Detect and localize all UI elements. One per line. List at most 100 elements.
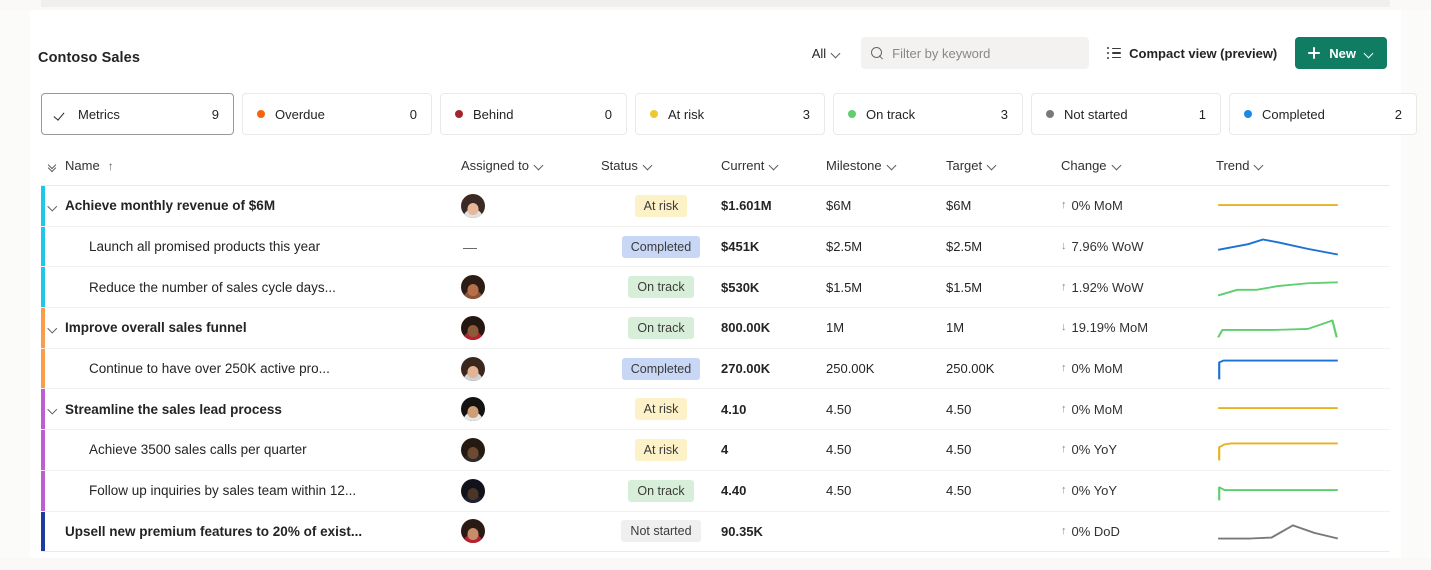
trend-sparkline[interactable]	[1216, 394, 1341, 424]
filter-pill-label: Metrics	[78, 106, 120, 122]
cell-target-value: $2.5M	[946, 239, 983, 255]
filter-pill-overdue[interactable]: Overdue 0	[242, 93, 432, 135]
row-accent-bar	[41, 226, 45, 267]
column-header-milestone-inner[interactable]: Milestone	[826, 158, 897, 173]
column-header-change[interactable]: Change	[1061, 158, 1216, 173]
cell-target-value: 4.50	[946, 483, 972, 499]
avatar[interactable]	[461, 397, 485, 422]
filter-pill-completed[interactable]: Completed 2	[1229, 93, 1417, 135]
table-row[interactable]: Achieve 3500 sales calls per quarter At r…	[41, 430, 1390, 471]
row-name-label[interactable]: Achieve monthly revenue of $6M	[65, 198, 275, 213]
row-name-label[interactable]: Continue to have over 250K active pro...	[89, 361, 330, 376]
avatar[interactable]	[461, 356, 485, 381]
filter-pill-on-track[interactable]: On track 3	[833, 93, 1023, 135]
column-header-target-inner[interactable]: Target	[946, 158, 997, 173]
avatar-face	[467, 365, 479, 378]
status-badge[interactable]: On track	[628, 316, 694, 339]
trend-sparkline[interactable]	[1216, 435, 1341, 465]
cell-target: 1M	[946, 320, 1061, 335]
search-box[interactable]	[861, 37, 1090, 69]
table-row[interactable]: Improve overall sales funnel On track 800.…	[41, 308, 1390, 349]
row-name-label[interactable]: Streamline the sales lead process	[65, 402, 282, 417]
change-value: 0% YoY	[1071, 442, 1118, 458]
avatar[interactable]	[461, 275, 485, 300]
table-row[interactable]: Continue to have over 250K active pro...…	[41, 348, 1390, 390]
cell-milestone: 1M	[826, 320, 946, 335]
trend-sparkline[interactable]	[1216, 191, 1341, 221]
trend-sparkline[interactable]	[1216, 272, 1341, 302]
app-root: Contoso Sales All Compact view (preview)…	[0, 0, 1431, 570]
status-badge[interactable]: At risk	[634, 438, 688, 461]
status-dot-icon	[455, 110, 463, 118]
cell-assigned-to	[451, 193, 601, 218]
change-value: 1.92% WoW	[1071, 279, 1144, 295]
cell-trend	[1216, 394, 1376, 424]
column-header-milestone[interactable]: Milestone	[826, 158, 946, 173]
column-header-trend-inner[interactable]: Trend	[1216, 158, 1264, 173]
status-badge[interactable]: On track	[628, 276, 694, 299]
filter-pill-count: 1	[1198, 106, 1206, 122]
column-header-current[interactable]: Current	[721, 158, 826, 173]
avatar[interactable]	[461, 478, 485, 503]
filter-pill-behind[interactable]: Behind 0	[440, 93, 627, 135]
cell-name: Launch all promised products this year	[41, 239, 451, 254]
avatar[interactable]	[461, 519, 485, 544]
filter-pill-label: Completed	[1262, 106, 1325, 122]
table-row[interactable]: Reduce the number of sales cycle days...…	[41, 267, 1390, 309]
column-header-assigned-to[interactable]: Assigned to	[451, 158, 601, 173]
status-badge[interactable]: At risk	[634, 194, 688, 217]
trend-sparkline[interactable]	[1216, 516, 1341, 546]
column-header-name-inner[interactable]: Name ↑	[65, 158, 114, 173]
trend-sparkline[interactable]	[1216, 232, 1341, 262]
row-name-label[interactable]: Launch all promised products this year	[89, 239, 320, 254]
check-icon	[56, 110, 68, 119]
collapse-all-button[interactable]	[41, 161, 65, 171]
avatar[interactable]	[461, 193, 485, 218]
trend-sparkline[interactable]	[1216, 313, 1341, 343]
status-badge[interactable]: Completed	[621, 235, 701, 258]
table-row[interactable]: Achieve monthly revenue of $6M At risk $1.…	[41, 186, 1390, 227]
status-dot-icon	[848, 110, 856, 118]
compact-view-button[interactable]: Compact view (preview)	[1107, 46, 1277, 61]
cell-name: Reduce the number of sales cycle days...	[41, 280, 451, 295]
status-badge[interactable]: Not started	[621, 520, 701, 543]
row-name-label[interactable]: Reduce the number of sales cycle days...	[89, 280, 336, 295]
column-header-trend-label: Trend	[1216, 158, 1250, 173]
status-badge[interactable]: Completed	[621, 357, 701, 380]
avatar-face	[467, 202, 479, 215]
avatar[interactable]	[461, 437, 485, 462]
row-name-label[interactable]: Achieve 3500 sales calls per quarter	[89, 442, 307, 457]
filter-pill-metrics[interactable]: Metrics 9	[41, 93, 234, 135]
row-name-label[interactable]: Upsell new premium features to 20% of ex…	[65, 524, 362, 539]
trend-sparkline[interactable]	[1216, 476, 1341, 506]
row-name-label[interactable]: Follow up inquiries by sales team within…	[89, 483, 356, 498]
change-value: 0% YoY	[1071, 483, 1118, 499]
status-badge[interactable]: At risk	[634, 398, 688, 421]
assigned-to-empty: —	[463, 238, 477, 255]
cell-status: Not started	[601, 520, 721, 543]
cell-change: ↑ 1.92% WoW	[1061, 280, 1216, 295]
search-input[interactable]	[892, 45, 1080, 61]
column-header-change-inner[interactable]: Change	[1061, 158, 1122, 173]
table-row[interactable]: Streamline the sales lead process At risk…	[41, 389, 1390, 431]
table-row[interactable]: Upsell new premium features to 20% of ex…	[41, 511, 1390, 553]
filter-pill-at-risk[interactable]: At risk 3	[635, 93, 825, 135]
table-row[interactable]: Follow up inquiries by sales team within…	[41, 470, 1390, 512]
header-actions: All Compact view (preview) New	[810, 36, 1387, 70]
filter-pill-not-started[interactable]: Not started 1	[1031, 93, 1221, 135]
column-header-name[interactable]: Name ↑	[41, 158, 451, 173]
column-header-trend[interactable]: Trend	[1216, 158, 1376, 173]
status-badge[interactable]: On track	[628, 479, 694, 502]
trend-sparkline[interactable]	[1216, 354, 1341, 384]
avatar[interactable]	[461, 315, 485, 340]
filter-pill-label: Overdue	[275, 106, 325, 122]
column-header-assigned-to-inner[interactable]: Assigned to	[461, 158, 544, 173]
column-header-target[interactable]: Target	[946, 158, 1061, 173]
row-name-label[interactable]: Improve overall sales funnel	[65, 320, 247, 335]
new-button[interactable]: New	[1295, 37, 1387, 69]
all-filter-dropdown[interactable]: All	[810, 42, 843, 65]
column-header-status-inner[interactable]: Status	[601, 158, 653, 173]
column-header-current-inner[interactable]: Current	[721, 158, 779, 173]
table-row[interactable]: Launch all promised products this year — C…	[41, 226, 1390, 268]
column-header-status[interactable]: Status	[601, 158, 721, 173]
